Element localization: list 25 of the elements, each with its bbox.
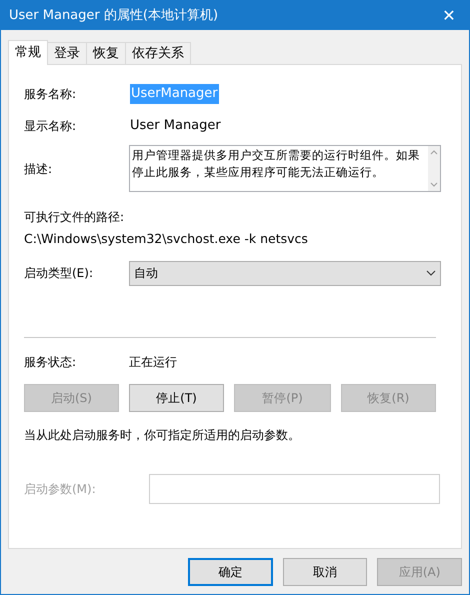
window-title: User Manager 的属性(本地计算机) xyxy=(9,6,218,25)
field-label: 启动参数(M): xyxy=(24,480,97,498)
service-control-button[interactable]: 停止(T) xyxy=(129,384,224,412)
service-name-value: UserManager xyxy=(130,84,219,104)
path-text: C:\Windows\system32\svchost.exe -k netsvcs xyxy=(24,230,309,248)
tab[interactable]: 依存关系 xyxy=(125,42,191,64)
field-label: 服务名称: xyxy=(24,86,78,103)
start-parameters-field[interactable] xyxy=(149,474,440,504)
dialog-button[interactable]: 取消 xyxy=(282,558,368,586)
field-label: 服务状态: xyxy=(24,354,78,371)
field-label: 可执行文件的路径: xyxy=(24,209,126,226)
description-text: 用户管理器提供多用户交互所需要的运行时组件。如果停止此服务，某些应用程序可能无法正确运行。 xyxy=(131,147,421,181)
close-button[interactable]: ✕ xyxy=(429,1,469,30)
scrollbar-drawing xyxy=(428,146,440,191)
description-box[interactable]: 用户管理器提供多用户交互所需要的运行时组件。如果停止此服务，某些应用程序可能无法正确运行。 xyxy=(129,145,441,192)
tab[interactable]: 常规 xyxy=(8,40,48,65)
display-name-value: User Manager xyxy=(130,117,221,136)
startup-type-dropdown[interactable]: 自动 xyxy=(129,260,441,286)
chevron-down-icon xyxy=(426,270,436,276)
dialog-button[interactable]: 确定 xyxy=(188,558,273,586)
service-status-value: 正在运行 xyxy=(129,354,177,371)
field-label: 描述: xyxy=(24,160,54,178)
hint-text: 当从此处启动服务时，你可指定所适用的启动参数。 xyxy=(24,426,301,444)
field-label: 显示名称: xyxy=(24,118,78,135)
field-label: 启动类型(E): xyxy=(24,265,94,282)
